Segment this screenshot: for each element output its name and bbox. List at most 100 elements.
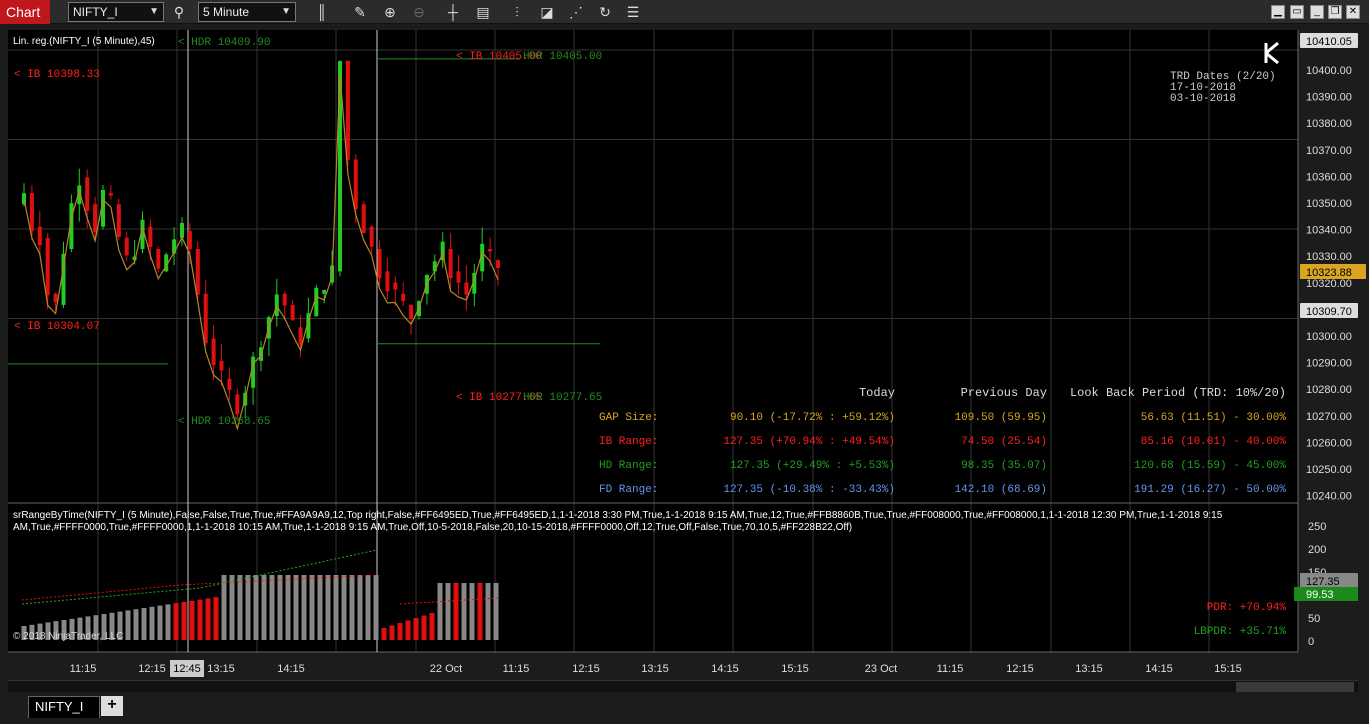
histogram-bar: [373, 575, 379, 640]
lower-axis-label: 0: [1308, 636, 1314, 648]
histogram-bar: [277, 575, 283, 640]
histogram-bar: [229, 575, 235, 640]
stats-row-lookback: 120.68 (15.59) - 45.00%: [1134, 460, 1286, 472]
histogram-bar: [309, 575, 315, 640]
price-axis-label: 10370.00: [1306, 145, 1352, 157]
scroll-thumb[interactable]: [1236, 682, 1354, 692]
histogram-bar: [357, 575, 363, 640]
histogram-bar: [253, 575, 259, 640]
histogram-bar: [389, 625, 395, 640]
histogram-bar: [461, 583, 467, 640]
indicator-title: Lin. reg.(NIFTY_I (5 Minute),45): [13, 36, 155, 47]
time-cursor-label: 12:45: [173, 663, 201, 675]
horizontal-scrollbar[interactable]: [8, 680, 1358, 692]
price-tag-309: 10309.70: [1306, 306, 1352, 318]
time-axis-label: 11:15: [937, 663, 964, 675]
candle-body: [345, 61, 350, 160]
price-axis-label: 10380.00: [1306, 118, 1352, 130]
time-axis-label: 12:15: [1006, 663, 1034, 675]
price-axis-label: 10400.00: [1306, 65, 1352, 77]
histogram-bar: [157, 605, 163, 640]
stats-row-lookback: 56.63 (11.51) - 30.00%: [1141, 412, 1287, 424]
histogram-bar: [197, 599, 203, 640]
candle-body: [322, 290, 327, 294]
candle-body: [282, 293, 287, 306]
histogram-bar: [285, 575, 291, 640]
histogram-bar: [333, 575, 339, 640]
price-axis-label: 10260.00: [1306, 437, 1352, 449]
stats-row-today: 127.35 (+29.49% : +5.53%): [730, 460, 895, 472]
ib-mid-label: < IB 10304.07: [14, 321, 100, 333]
k-logo-icon: [1264, 41, 1279, 65]
histogram-bar: [429, 613, 435, 640]
candle-body: [496, 260, 500, 268]
time-axis-label: 22 Oct: [430, 663, 462, 675]
histogram-bar: [125, 610, 131, 640]
histogram-bar: [453, 583, 459, 640]
time-axis-label: 13:15: [207, 663, 235, 675]
candle-body: [385, 271, 390, 292]
histogram-bar: [349, 575, 355, 640]
time-axis-label: 15:15: [781, 663, 809, 675]
histogram-bar: [493, 583, 499, 640]
histogram-bar: [341, 575, 347, 640]
histogram-bar: [245, 575, 251, 640]
stats-row-prev: 109.50 (59.95): [955, 412, 1047, 424]
candle-body: [108, 193, 113, 196]
time-axis-label: 12:15: [572, 663, 600, 675]
ib-range-trend: [21, 574, 378, 601]
time-axis-label: 15:15: [1214, 663, 1242, 675]
lower-axis-label: 250: [1308, 521, 1326, 533]
histogram-bar: [413, 618, 419, 640]
stats-row-label: GAP Size:: [599, 412, 658, 424]
candle-body: [156, 249, 161, 269]
histogram-bar: [165, 604, 171, 640]
histogram-bar: [181, 602, 187, 640]
histogram-bar: [261, 575, 267, 640]
histogram-bar: [149, 606, 155, 640]
price-axis-label: 10320.00: [1306, 278, 1352, 290]
price-axis-label: 10350.00: [1306, 198, 1352, 210]
time-axis-label: 11:15: [70, 663, 97, 675]
candle-body: [195, 249, 200, 295]
candle-body: [235, 394, 240, 415]
candle-body: [456, 271, 461, 283]
candle-body: [187, 231, 192, 250]
histogram-bar: [189, 600, 195, 640]
price-axis-label: 10280.00: [1306, 384, 1352, 396]
tab-nifty[interactable]: NIFTY_I: [28, 696, 100, 718]
linreg-line: [23, 74, 499, 431]
lower-axis-label: 50: [1308, 613, 1320, 625]
histogram-bar: [485, 583, 491, 640]
histogram-bar: [365, 575, 371, 640]
candle-body: [37, 226, 42, 246]
add-tab-button[interactable]: +: [101, 696, 123, 716]
histogram-bar: [445, 583, 451, 640]
ib-top-left-label: < IB 10398.33: [14, 69, 100, 81]
candle-body: [353, 159, 358, 210]
candle-body: [45, 237, 50, 296]
indicator-params: srRangeByTime(NIFTY_I (5 Minute),False,F…: [13, 510, 1223, 533]
candle-body: [211, 338, 216, 365]
candle-body: [53, 293, 58, 303]
candle-body: [488, 249, 493, 252]
stats-row-prev: 98.35 (35.07): [961, 460, 1047, 472]
price-axis-label: 10250.00: [1306, 464, 1352, 476]
candle-body: [116, 204, 121, 237]
candle-body: [124, 237, 129, 256]
stats-row-label: HD Range:: [599, 460, 658, 472]
time-axis-label: 13:15: [1075, 663, 1103, 675]
candle-body: [203, 293, 208, 344]
candle-body: [409, 304, 414, 319]
stats-row-today: 127.35 (-10.38% : -33.43%): [723, 484, 895, 496]
lower-tag-b: 99.53: [1306, 589, 1334, 601]
histogram-bar: [397, 623, 403, 640]
stats-head-lookback: Look Back Period (TRD: 10%/20): [1070, 386, 1286, 400]
pdr-label: PDR: +70.94%: [1207, 602, 1287, 614]
bottom-tab-bar: NIFTY_I +: [0, 693, 1369, 724]
chart-canvas: 10400.00 10390.00 10380.00 10370.00 10360.00…: [8, 30, 1366, 677]
histogram-bar: [205, 598, 211, 640]
lower-axis-label: 200: [1308, 544, 1326, 556]
time-axis-label: 14:15: [711, 663, 739, 675]
chart-window: Chart NIFTY_I ▼ ⚲ 5 Minute ▼ ║ ✎ ⊕ ⊖ ┼ ▤ ⫶…: [0, 0, 1369, 724]
